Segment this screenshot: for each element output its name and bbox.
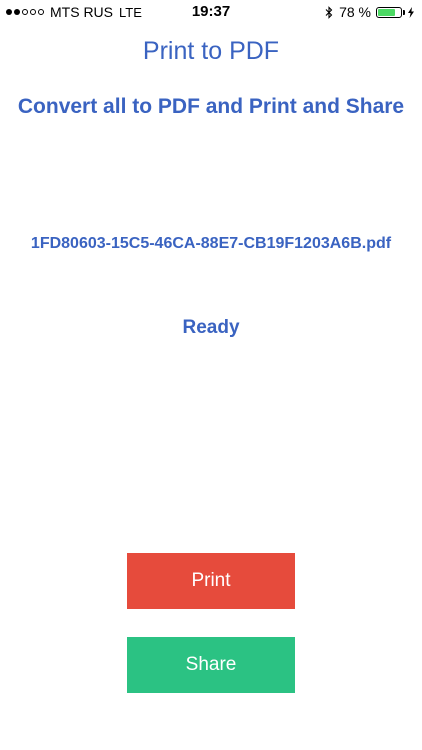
app-subtitle: Convert all to PDF and Print and Share [17, 95, 405, 118]
charging-bolt-icon [408, 6, 414, 18]
battery-cap [403, 9, 405, 15]
pdf-filename: 1FD80603-15C5-46CA-88E7-CB19F1203A6B.pdf [30, 235, 392, 252]
share-button[interactable]: Share [127, 637, 295, 693]
status-bar: MTS RUS LTE 19:37 78 % [0, 0, 422, 24]
status-label: Ready [182, 317, 240, 338]
battery-icon [376, 6, 402, 18]
battery-fill [378, 8, 396, 16]
battery-percent: 78 % [339, 4, 371, 20]
status-bar-right: 78 % [325, 4, 414, 20]
print-button[interactable]: Print [127, 553, 295, 609]
bluetooth-icon [325, 5, 333, 19]
app-title: Print to PDF [142, 37, 280, 65]
